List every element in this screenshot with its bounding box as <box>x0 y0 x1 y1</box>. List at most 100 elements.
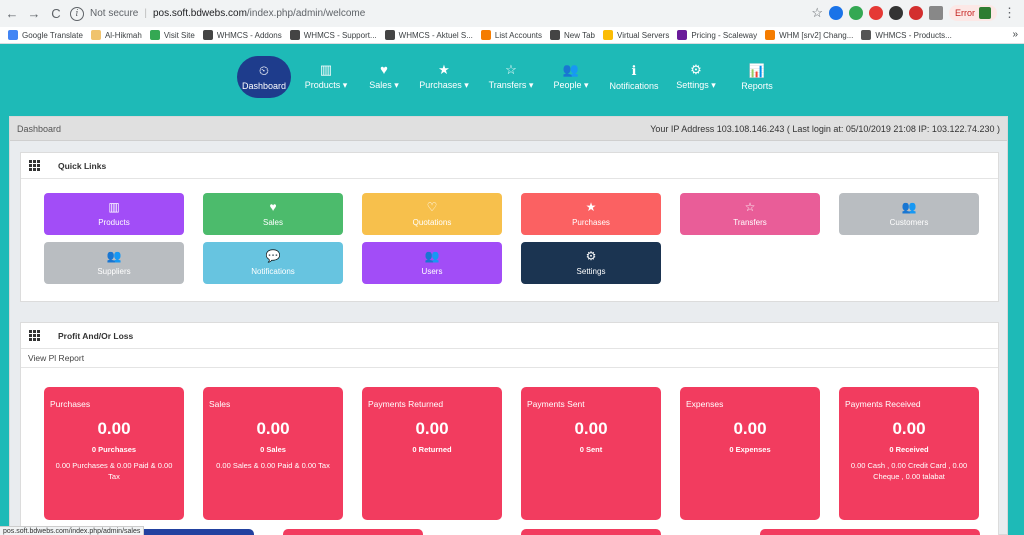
quick-link-label: Quotations <box>412 218 452 227</box>
bookmark-favicon-icon <box>384 30 395 40</box>
profit-card-purchases[interactable]: Purchases 0.00 0 Purchases 0.00 Purchases &… <box>44 387 184 520</box>
card-detail: 0.00 Purchases & 0.00 Paid & 0.00 Tax <box>55 461 173 481</box>
nav-item-purchases[interactable]: ★ Purchases ▾ <box>418 56 470 98</box>
nav-item-notifications[interactable]: ℹ Notifications <box>605 56 663 98</box>
bookmark-favicon-icon <box>861 30 872 40</box>
nav-label: Sales ▾ <box>369 80 399 90</box>
bookmark-favicon-icon <box>202 30 213 40</box>
quick-link-icon: ♥ <box>269 200 277 214</box>
quick-link-purchases[interactable]: ★ Purchases <box>521 193 661 235</box>
card-value: 0.00 <box>97 419 131 438</box>
quick-link-icon: ♡ <box>426 200 438 214</box>
nav-item-settings[interactable]: ⚙ Settings ▾ <box>672 56 720 98</box>
bookmark-item[interactable]: WHMCS - Products... <box>861 30 952 40</box>
bookmark-favicon-icon <box>603 30 613 40</box>
url-host: pos.soft.bdwebs.com <box>152 8 247 19</box>
quick-link-transfers[interactable]: ☆ Transfers <box>680 193 820 235</box>
block-icon[interactable] <box>909 6 923 20</box>
quick-link-products[interactable]: ▥ Products <box>44 193 184 235</box>
nav-item-products[interactable]: ▥ Products ▾ <box>301 56 351 98</box>
bookmark-item[interactable]: List Accounts <box>480 30 542 40</box>
bookmark-label: Virtual Servers <box>617 30 670 40</box>
nav-icon: ☆ <box>505 62 517 77</box>
nav-item-reports[interactable]: 📊 Reports <box>737 56 777 98</box>
menu-kebab-icon[interactable]: ⋮ <box>1003 5 1016 21</box>
card-count: 0 Purchases <box>91 445 137 454</box>
bookmark-label: WHM [srv2] Chang... <box>779 30 854 40</box>
card-title: Payments Returned <box>368 399 444 409</box>
profit-card-expenses[interactable]: Expenses 0.00 0 Expenses <box>680 387 820 520</box>
info-icon[interactable]: i <box>70 6 84 21</box>
quick-link-label: Suppliers <box>97 267 131 276</box>
status-bar-url: pos.soft.bdwebs.com/index.php/admin/sale… <box>0 526 145 535</box>
nav-label: Transfers ▾ <box>488 80 534 90</box>
extension-icon[interactable] <box>849 6 863 20</box>
profit-panel: Profit And/Or Loss View Pl Report Purcha… <box>20 322 999 535</box>
nav-label: Notifications <box>609 80 659 91</box>
quick-link-label: Products <box>98 218 130 227</box>
quick-link-sales[interactable]: ♥ Sales <box>203 193 343 235</box>
extension-icon[interactable] <box>869 6 883 20</box>
bookmark-item[interactable]: Al-Hikmah <box>90 30 142 40</box>
bookmark-item[interactable]: New Tab <box>550 30 595 40</box>
quick-link-settings[interactable]: ⚙ Settings <box>521 242 661 284</box>
bookmark-item[interactable]: WHMCS - Support... <box>289 30 377 40</box>
quick-link-customers[interactable]: 👥 Customers <box>839 193 979 235</box>
nav-icon: ★ <box>438 62 450 77</box>
quick-link-users[interactable]: 👥 Users <box>362 242 502 284</box>
quick-link-suppliers[interactable]: 👥 Suppliers <box>44 242 184 284</box>
grid-icon <box>29 160 40 171</box>
bookmark-item[interactable]: WHM [srv2] Chang... <box>765 30 853 40</box>
summary-card <box>521 529 661 535</box>
card-detail: 0.00 Cash , 0.00 Credit Card , 0.00 Cheq… <box>850 461 968 481</box>
nav-icon: ▥ <box>319 62 333 77</box>
extension-icon[interactable] <box>829 6 843 20</box>
bookmarks-more-icon[interactable]: » <box>1012 29 1018 40</box>
bookmark-label: WHMCS - Support... <box>303 30 377 40</box>
bookmark-item[interactable]: WHMCS - Addons <box>202 30 282 40</box>
quick-link-quotations[interactable]: ♡ Quotations <box>362 193 502 235</box>
profit-card-payments-returned[interactable]: Payments Returned 0.00 0 Returned <box>362 387 502 520</box>
profit-card-payments-sent[interactable]: Payments Sent 0.00 0 Sent <box>521 387 661 520</box>
quick-link-icon: 👥 <box>424 249 440 263</box>
bookmark-label: Al-Hikmah <box>104 30 142 40</box>
nav-item-sales[interactable]: ♥ Sales ▾ <box>365 56 403 98</box>
breadcrumb[interactable]: Dashboard <box>17 124 61 134</box>
not-secure-label: Not secure <box>90 8 139 19</box>
card-value: 0.00 <box>256 419 290 438</box>
profit-card-payments-received[interactable]: Payments Received 0.00 0 Received 0.00 Cash… <box>839 387 979 520</box>
bookmark-star-icon[interactable]: ☆ <box>811 5 823 21</box>
forward-arrow-icon[interactable]: → <box>24 4 44 24</box>
quick-link-label: Transfers <box>733 218 767 227</box>
reload-icon[interactable]: C <box>46 4 66 24</box>
profit-card-sales[interactable]: Sales 0.00 0 Sales 0.00 Sales & 0.00 Paid &… <box>203 387 343 520</box>
back-arrow-icon[interactable]: ← <box>2 4 22 24</box>
bookmark-item[interactable]: Visit Site <box>149 30 195 40</box>
quick-link-notifications[interactable]: 💬 Notifications <box>203 242 343 284</box>
card-value: 0.00 <box>733 419 767 438</box>
cast-icon[interactable] <box>929 6 943 20</box>
nav-label: Dashboard <box>241 80 287 91</box>
bookmarks-bar: Google Translate Al-Hikmah Visit Site WHMCS… <box>0 27 1024 44</box>
view-pl-report-link[interactable]: View Pl Report <box>21 349 998 368</box>
bookmark-item[interactable]: Virtual Servers <box>603 30 669 40</box>
bookmark-item[interactable]: Google Translate <box>8 30 83 40</box>
bookmark-item[interactable]: WHMCS - Aktuel S... <box>384 30 473 40</box>
error-badge[interactable]: Error <box>949 5 997 21</box>
address-bar[interactable]: i Not secure | pos.soft.bdwebs.com /inde… <box>70 4 910 23</box>
bookmark-item[interactable]: Pricing - Scaleway <box>677 30 757 40</box>
nav-item-dashboard[interactable]: ⏲ Dashboard <box>237 56 291 98</box>
quick-links-panel: Quick Links ▥ Products ♥ Sales ♡ Quotations ★ P… <box>20 152 999 302</box>
nav-icon: 👥 <box>562 62 580 77</box>
nav-item-transfers[interactable]: ☆ Transfers ▾ <box>485 56 537 98</box>
nav-icon: ⚙ <box>690 62 702 77</box>
nav-icon: ♥ <box>380 62 388 77</box>
quick-link-icon: 👥 <box>901 200 917 214</box>
nav-item-people[interactable]: 👥 People ▾ <box>549 56 593 98</box>
bookmark-label: WHMCS - Addons <box>216 30 282 40</box>
nav-icon: ℹ <box>631 62 637 78</box>
browser-toolbar: ← → C i Not secure | pos.soft.bdwebs.com… <box>0 0 1024 27</box>
quick-link-label: Customers <box>889 218 929 227</box>
quick-link-icon: ★ <box>585 200 597 214</box>
extension-icon[interactable] <box>889 6 903 20</box>
